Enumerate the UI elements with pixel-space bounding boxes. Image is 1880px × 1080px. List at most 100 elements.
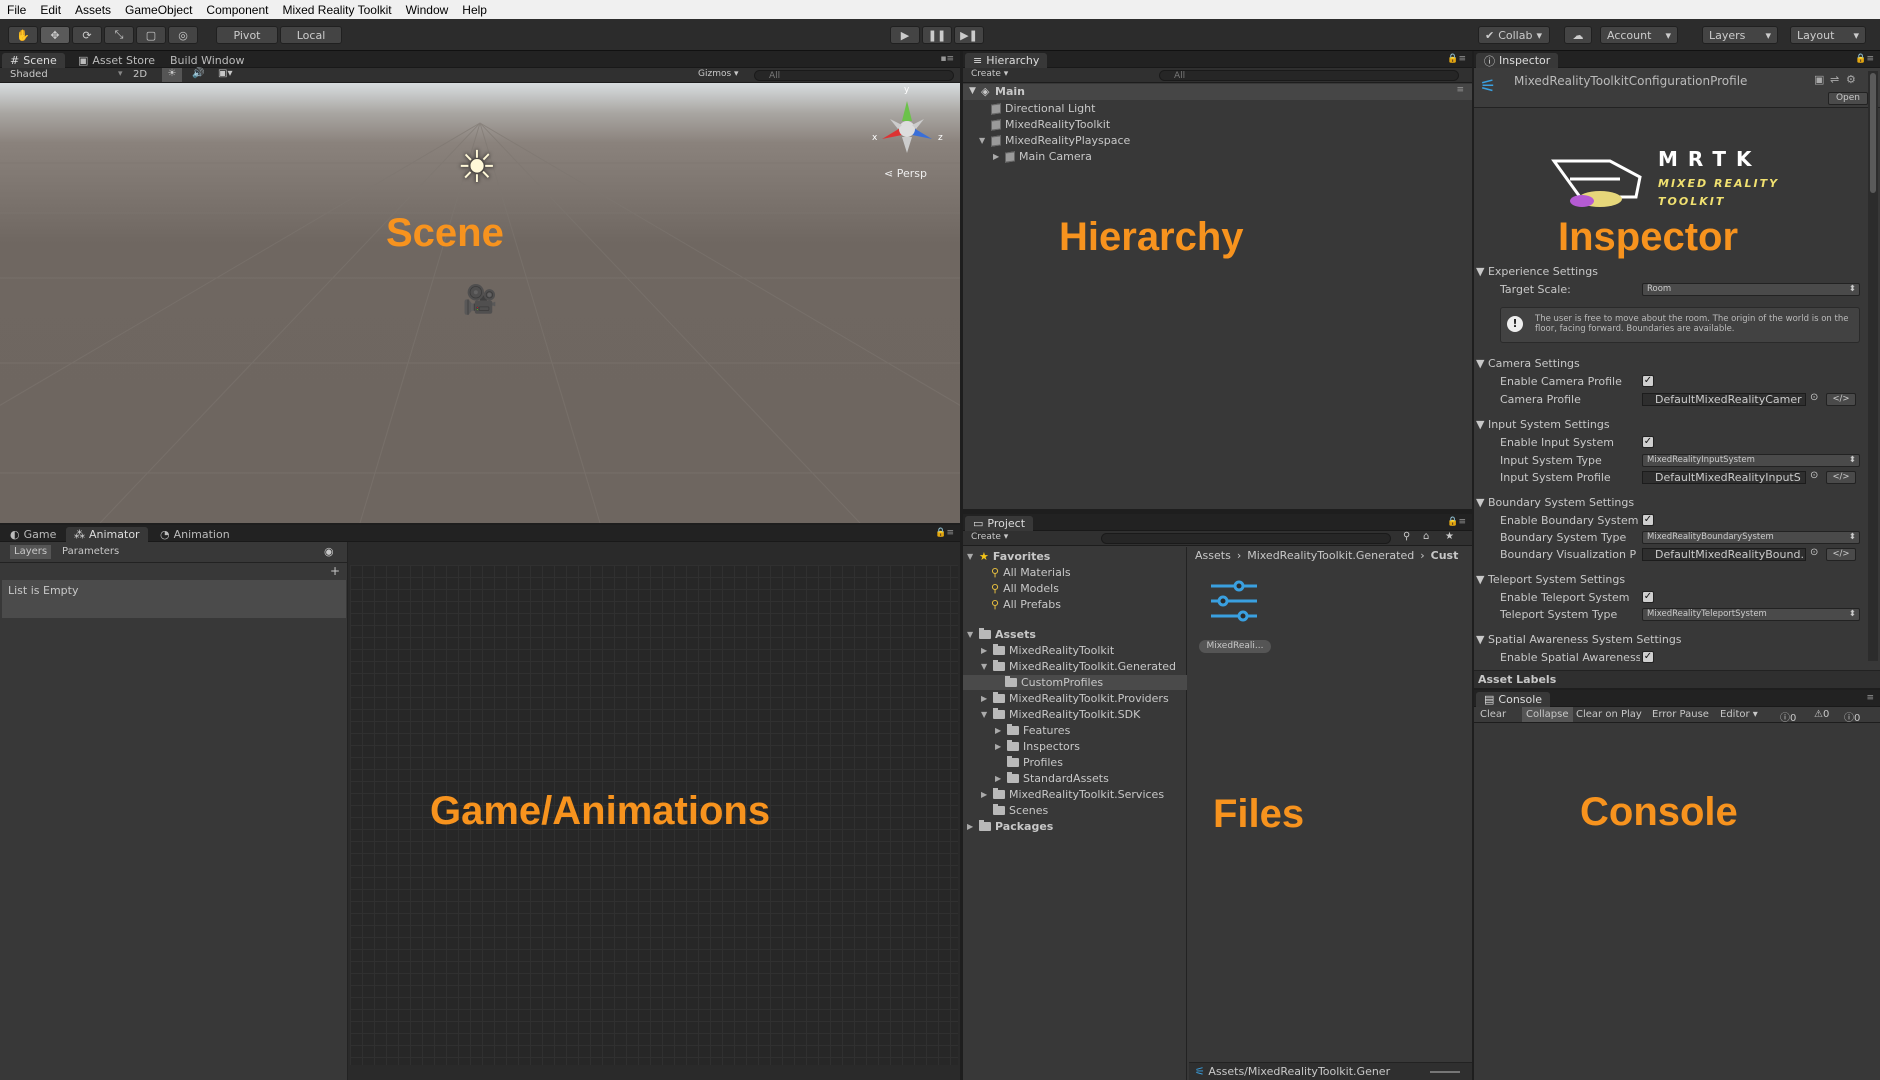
collab-dropdown[interactable]: ✔ Collab ▾ <box>1478 26 1550 44</box>
camera-code-button[interactable]: </> <box>1826 393 1856 406</box>
favorite-item[interactable]: ⚲ All Materials <box>991 565 1071 580</box>
hierarchy-create-dropdown[interactable]: Create ▾ <box>971 69 1008 79</box>
layout-dropdown[interactable]: Layout ▾ <box>1790 26 1866 44</box>
persp-toggle[interactable]: ⋖ Persp <box>884 167 927 180</box>
open-button[interactable]: Open <box>1828 92 1868 105</box>
animator-parameters-tab[interactable]: Parameters <box>62 546 119 557</box>
console-info-count[interactable]: ⓘ0 <box>1780 709 1796 724</box>
filter-type-icon[interactable]: ⚲ <box>1403 531 1410 542</box>
tab-inspector[interactable]: ⓘ Inspector <box>1476 53 1559 68</box>
tab-scene[interactable]: # Scene <box>2 53 65 68</box>
menu-assets[interactable]: Assets <box>68 3 118 17</box>
collapse-arrow-icon[interactable]: ▶ <box>995 774 1003 783</box>
gizmos-dropdown[interactable]: Gizmos ▾ <box>698 69 739 79</box>
console-warning-count[interactable]: ⚠0 <box>1814 709 1829 720</box>
pause-button[interactable]: ❚❚ <box>922 26 952 44</box>
layers-dropdown[interactable]: Layers ▾ <box>1702 26 1778 44</box>
step-button[interactable]: ▶❚ <box>954 26 984 44</box>
expand-arrow-icon[interactable]: ▼ <box>967 630 975 639</box>
object-picker-icon[interactable]: ⊙ <box>1810 392 1818 403</box>
tab-hierarchy[interactable]: ≡ Hierarchy <box>965 53 1048 68</box>
favorite-item[interactable]: ⚲ All Models <box>991 581 1059 596</box>
scale-tool-icon[interactable]: ⤡ <box>104 26 134 44</box>
menu-component[interactable]: Component <box>199 3 275 17</box>
favorite-item[interactable]: ⚲ All Prefabs <box>991 597 1061 612</box>
spatial-settings-header[interactable]: ▼ Spatial Awareness System Settings <box>1476 633 1682 646</box>
folder-item[interactable]: ▶ Features <box>995 723 1070 738</box>
scene-root-row[interactable]: ▼ ◈ Main ≡ <box>963 84 1472 100</box>
menu-gameobject[interactable]: GameObject <box>118 3 199 17</box>
project-lock-icon[interactable]: 🔒≡ <box>1447 517 1466 527</box>
scene-viewport[interactable]: ☀ 🎥 y x z ⋖ Persp Scene <box>0 83 960 523</box>
tab-project[interactable]: ▭ Project <box>965 516 1034 531</box>
play-button[interactable]: ▶ <box>890 26 920 44</box>
hierarchy-item[interactable]: MixedRealityToolkit <box>991 117 1110 132</box>
directional-light-icon[interactable]: ☀ <box>452 143 502 193</box>
assets-node[interactable]: ▼ Assets <box>967 627 1036 642</box>
folder-item[interactable]: ▶ MixedRealityToolkit.Services <box>981 787 1164 802</box>
folder-item[interactable]: ▶ MixedRealityToolkit <box>981 643 1114 658</box>
scene-menu-icon[interactable]: ≡ <box>1456 85 1464 95</box>
enable-camera-checkbox[interactable]: ✓ <box>1642 375 1654 387</box>
boundary-vis-field[interactable]: DefaultMixedRealityBound. <box>1642 548 1806 561</box>
eye-icon[interactable]: ◉ <box>324 545 334 558</box>
camera-profile-field[interactable]: DefaultMixedRealityCamer <box>1642 393 1806 406</box>
animator-lock-icon[interactable]: 🔒≡ <box>935 528 954 538</box>
enable-boundary-checkbox[interactable]: ✓ <box>1642 514 1654 526</box>
collapse-arrow-icon[interactable]: ▶ <box>995 742 1003 751</box>
boundary-type-dropdown[interactable]: MixedRealityBoundarySystem ⬍ <box>1642 531 1860 544</box>
console-menu-icon[interactable]: ≡ <box>1866 693 1874 703</box>
favorites-node[interactable]: ▼ ★ Favorites <box>967 549 1050 564</box>
inspector-scrollbar-thumb[interactable] <box>1870 73 1876 193</box>
collapse-arrow-icon[interactable]: ▶ <box>981 790 989 799</box>
2d-toggle[interactable]: 2D <box>128 69 152 80</box>
asset-file-label[interactable]: MixedReali... <box>1199 640 1271 653</box>
menu-mrtk[interactable]: Mixed Reality Toolkit <box>275 3 398 17</box>
folder-item[interactable]: Scenes <box>993 803 1048 818</box>
lighting-toggle-icon[interactable]: ☀ <box>162 68 182 82</box>
favorite-star-icon[interactable]: ★ <box>1445 531 1454 542</box>
inspector-lock-icon[interactable]: 🔒≡ <box>1855 54 1874 64</box>
preset-icon[interactable]: ⇌ <box>1830 73 1839 86</box>
experience-settings-header[interactable]: ▼ Experience Settings <box>1476 265 1598 278</box>
pivot-toggle[interactable]: Pivot <box>216 26 278 44</box>
teleport-type-dropdown[interactable]: MixedRealityTeleportSystem ⬍ <box>1642 608 1860 621</box>
tab-build-window[interactable]: Build Window <box>162 53 252 68</box>
folder-item[interactable]: ▶ StandardAssets <box>995 771 1109 786</box>
help-icon[interactable]: ▣ <box>1814 73 1824 86</box>
input-profile-field[interactable]: DefaultMixedRealityInputS <box>1642 471 1806 484</box>
console-collapse-button[interactable]: Collapse <box>1522 707 1573 722</box>
enable-input-checkbox[interactable]: ✓ <box>1642 436 1654 448</box>
folder-item[interactable]: ▶ Inspectors <box>995 739 1080 754</box>
expand-arrow-icon[interactable]: ▼ <box>969 86 976 96</box>
console-error-count[interactable]: ⓘ0 <box>1844 709 1860 724</box>
breadcrumb-assets[interactable]: Assets <box>1195 549 1231 562</box>
orientation-gizmo-icon[interactable] <box>872 91 942 161</box>
folder-item[interactable]: ▼ MixedRealityToolkit.SDK <box>981 707 1140 722</box>
profile-asset-icon[interactable] <box>1209 576 1259 636</box>
expand-arrow-icon[interactable]: ▼ <box>981 710 989 719</box>
breadcrumb-current[interactable]: Cust <box>1431 549 1459 562</box>
collapse-arrow-icon[interactable]: ▶ <box>981 694 989 703</box>
icon-size-slider[interactable] <box>1430 1071 1460 1073</box>
console-editor-dropdown[interactable]: Editor ▾ <box>1720 709 1758 720</box>
object-picker-icon[interactable]: ⊙ <box>1810 470 1818 481</box>
effects-toggle-icon[interactable]: ▣▾ <box>218 68 232 79</box>
enable-spatial-checkbox[interactable]: ✓ <box>1642 651 1654 663</box>
animator-graph-canvas[interactable] <box>350 565 958 1065</box>
hierarchy-lock-icon[interactable]: 🔒≡ <box>1447 54 1466 64</box>
cloud-icon[interactable]: ☁ <box>1564 26 1592 44</box>
rect-tool-icon[interactable]: ▢ <box>136 26 166 44</box>
asset-labels-bar[interactable]: Asset Labels <box>1474 670 1880 688</box>
boundary-settings-header[interactable]: ▼ Boundary System Settings <box>1476 496 1634 509</box>
add-layer-icon[interactable]: + <box>330 564 340 578</box>
hierarchy-item[interactable]: Directional Light <box>991 101 1095 116</box>
hierarchy-search-input[interactable]: All <box>1159 70 1459 81</box>
tab-console[interactable]: ▤ Console <box>1476 692 1551 707</box>
teleport-settings-header[interactable]: ▼ Teleport System Settings <box>1476 573 1625 586</box>
collapse-arrow-icon[interactable]: ▶ <box>967 822 975 831</box>
shading-mode-dropdown[interactable]: Shaded <box>10 69 48 80</box>
console-error-pause-button[interactable]: Error Pause <box>1652 709 1709 720</box>
menu-file[interactable]: File <box>0 3 33 17</box>
panel-menu-icon[interactable]: ▪≡ <box>940 54 954 64</box>
